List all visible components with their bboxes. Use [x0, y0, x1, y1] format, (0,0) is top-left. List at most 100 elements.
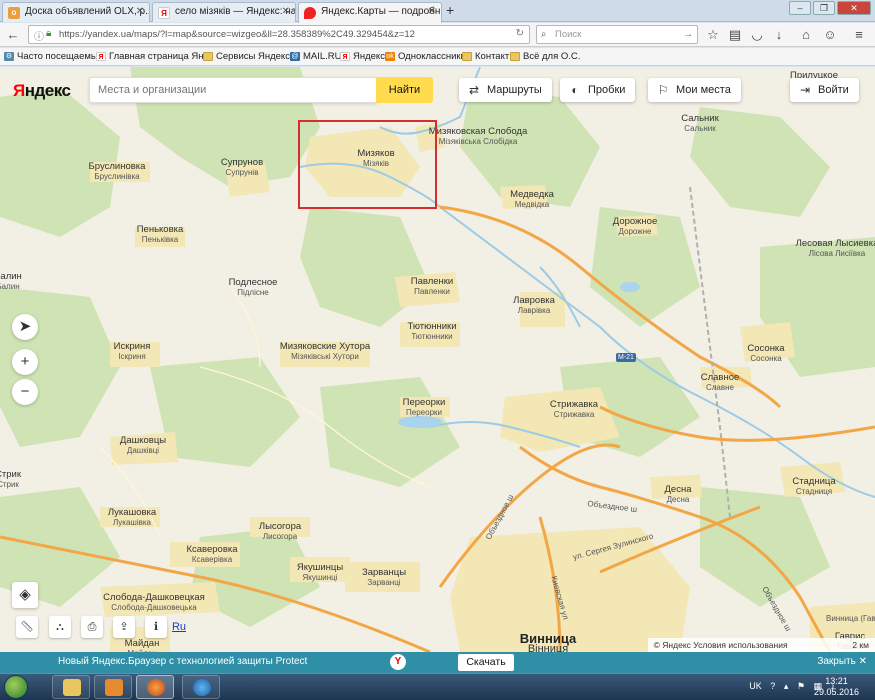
- find-button[interactable]: Найти: [376, 77, 433, 103]
- ruler-icon[interactable]: 📏︎: [16, 616, 38, 638]
- bookmark-yandex-services[interactable]: Сервисы Яндекса: [203, 51, 295, 62]
- place-label[interactable]: БалинБалин: [0, 272, 22, 292]
- place-label[interactable]: Супрунов Супрунів: [221, 158, 263, 178]
- tray-arrow-icon[interactable]: ▴: [784, 681, 789, 691]
- new-tab-icon[interactable]: +: [446, 2, 454, 18]
- place-label[interactable]: Дашковцы Дашківці: [120, 436, 166, 456]
- place-name-ru: Десна: [664, 484, 692, 495]
- traffic-button[interactable]: ◐ Пробки: [560, 78, 636, 102]
- place-label[interactable]: Мизяковские Хутора Мізяківські Хутори: [280, 342, 370, 362]
- place-label[interactable]: Подлесное Підлісне: [229, 278, 278, 298]
- place-label[interactable]: Искриня Іскриня: [114, 342, 151, 362]
- reload-icon[interactable]: ↻: [516, 28, 524, 39]
- restore-icon[interactable]: ❐: [813, 1, 835, 15]
- login-button[interactable]: ⇥ Войти: [790, 78, 859, 102]
- bookmark-odnoklassniki[interactable]: ok Одноклассники: [385, 51, 466, 62]
- tab-yandex-maps[interactable]: Яндекс.Карты — подробн... ✕: [298, 2, 442, 23]
- taskbar-ie[interactable]: [182, 675, 220, 699]
- routes-button[interactable]: ⇄ Маршруты: [459, 78, 552, 102]
- place-label[interactable]: Лесовая Лысиевка Лісова Лисіївка: [796, 239, 875, 259]
- map-canvas[interactable]: Мизяков Мізяків Мизяковская Слобода Мізяків…: [0, 67, 875, 652]
- minimize-icon[interactable]: ‒: [789, 1, 811, 15]
- my-places-button[interactable]: ⚐ Мои места: [648, 78, 741, 102]
- info-icon[interactable]: ℹ: [145, 616, 167, 638]
- place-name-ru: Мизяковская Слобода: [428, 126, 528, 137]
- help-icon[interactable]: ?: [770, 681, 775, 691]
- place-label[interactable]: Винница Вінниця: [520, 632, 576, 652]
- place-label[interactable]: Десна Десна: [665, 485, 692, 505]
- bookmark-star-icon[interactable]: ☆: [704, 26, 722, 44]
- place-label[interactable]: Медведка Медвідка: [510, 190, 554, 210]
- flag-icon[interactable]: ⚑: [797, 681, 805, 691]
- yandex-logo[interactable]: Яндекс: [13, 81, 71, 101]
- taskbar-explorer[interactable]: [52, 675, 90, 699]
- place-label[interactable]: Пеньковка Пеньківка: [137, 225, 184, 245]
- place-label[interactable]: Переорки Переорки: [403, 398, 446, 418]
- zoom-out-icon[interactable]: −: [12, 379, 38, 405]
- close-tab-icon[interactable]: ✕: [136, 6, 144, 17]
- place-label[interactable]: МайданМайдан: [125, 639, 160, 653]
- place-label[interactable]: Славное Славне: [701, 373, 740, 393]
- place-label[interactable]: Сальник Сальник: [681, 114, 718, 134]
- close-promo-button[interactable]: Закрыть ✕: [817, 656, 867, 667]
- close-tab-icon[interactable]: ✕: [282, 6, 290, 17]
- info-icon[interactable]: ⓘ: [34, 28, 44, 43]
- back-icon[interactable]: ←: [4, 26, 22, 44]
- panorama-icon[interactable]: ⛬: [49, 616, 71, 638]
- place-label[interactable]: Зарванцы Зарванці: [362, 568, 406, 588]
- share-icon[interactable]: ⇪: [113, 616, 135, 638]
- pocket-icon[interactable]: ◡: [748, 26, 766, 44]
- highlight-box-miziakiv: [298, 120, 437, 209]
- place-label[interactable]: Дорожное Дорожне: [613, 217, 657, 237]
- print-icon[interactable]: ⎙: [81, 616, 103, 638]
- copyright-text[interactable]: © Яндекс Условия использования: [654, 640, 788, 650]
- places-search-input[interactable]: [90, 78, 360, 102]
- clipboard-icon[interactable]: ▤: [726, 26, 744, 44]
- language-indicator[interactable]: UK: [749, 681, 762, 691]
- taskbar-media-player[interactable]: [94, 675, 132, 699]
- search-go-icon[interactable]: →: [684, 29, 694, 40]
- menu-icon[interactable]: ≡: [850, 26, 868, 44]
- place-label[interactable]: Якушинцы Якушинці: [297, 563, 343, 583]
- place-label[interactable]: Слобода-Дашковецкая Слобода-Дашковецька: [103, 593, 205, 613]
- tab-olx[interactable]: o Доска объявлений OLX, р... ✕: [2, 2, 150, 22]
- place-label[interactable]: Стрижавка Стрижавка: [550, 400, 598, 420]
- start-button-icon[interactable]: [4, 675, 28, 699]
- geolocation-icon[interactable]: ➤: [12, 314, 38, 340]
- place-label[interactable]: Ксаверовка Ксаверівка: [186, 545, 237, 565]
- smiley-icon[interactable]: ☺: [821, 26, 839, 44]
- place-label[interactable]: СтрикСтрик: [0, 470, 21, 490]
- place-label[interactable]: Сосонка Сосонка: [747, 344, 784, 364]
- download-button[interactable]: Скачать: [458, 654, 514, 671]
- bookmark-os[interactable]: Всё для О.С.: [510, 51, 580, 62]
- close-tab-icon[interactable]: ✕: [428, 6, 436, 17]
- place-name-ua: Супрунів: [225, 168, 259, 177]
- bookmark-yandex[interactable]: Я Яндекс: [340, 51, 385, 62]
- zoom-in-icon[interactable]: +: [12, 349, 38, 375]
- place-label[interactable]: Лысогора Лисогора: [259, 522, 301, 542]
- tab-label: село мізяків — Яндекс: на...: [175, 6, 296, 17]
- layers-icon[interactable]: ◈: [12, 582, 38, 608]
- bookmark-yandex-home[interactable]: Я Главная страница Ян...: [96, 51, 211, 62]
- place-label[interactable]: Тютюнники Тютюнники: [407, 322, 456, 342]
- place-label[interactable]: Лавровка Лаврівка: [513, 296, 555, 316]
- close-window-icon[interactable]: ✕: [837, 1, 871, 15]
- url-bar[interactable]: ⓘ 🔒︎ https://yandex.ua/maps/?l=map&sourc…: [28, 25, 530, 44]
- place-name-ru: Дашковцы: [119, 435, 167, 446]
- download-icon[interactable]: ↓: [770, 26, 788, 44]
- place-label[interactable]: Стадница Стадниця: [792, 477, 835, 497]
- bookmark-mail[interactable]: @ MAIL.RU: [290, 51, 342, 62]
- clock[interactable]: 13:21 29.05.2016: [814, 676, 859, 698]
- place-label[interactable]: Павленки Павленки: [411, 277, 453, 297]
- place-label[interactable]: Бруслиновка Бруслинівка: [89, 162, 146, 182]
- mail-icon: @: [290, 52, 300, 61]
- language-switch[interactable]: Ru: [168, 616, 190, 638]
- place-label[interactable]: Лукашовка Лукашівка: [108, 508, 156, 528]
- place-label[interactable]: Мизяковская Слобода Мізяківська Слобідка: [429, 127, 528, 147]
- browser-search-field[interactable]: ⌕ Поиск →: [536, 25, 698, 44]
- home-icon[interactable]: ⌂: [797, 26, 815, 44]
- tab-yandex-search[interactable]: Я село мізяків — Яндекс: на... ✕: [152, 2, 296, 22]
- bookmark-frequent[interactable]: ⚙ Часто посещаемые: [4, 51, 103, 62]
- taskbar-firefox[interactable]: [136, 675, 174, 699]
- bookmark-vk[interactable]: Контакт: [462, 51, 509, 62]
